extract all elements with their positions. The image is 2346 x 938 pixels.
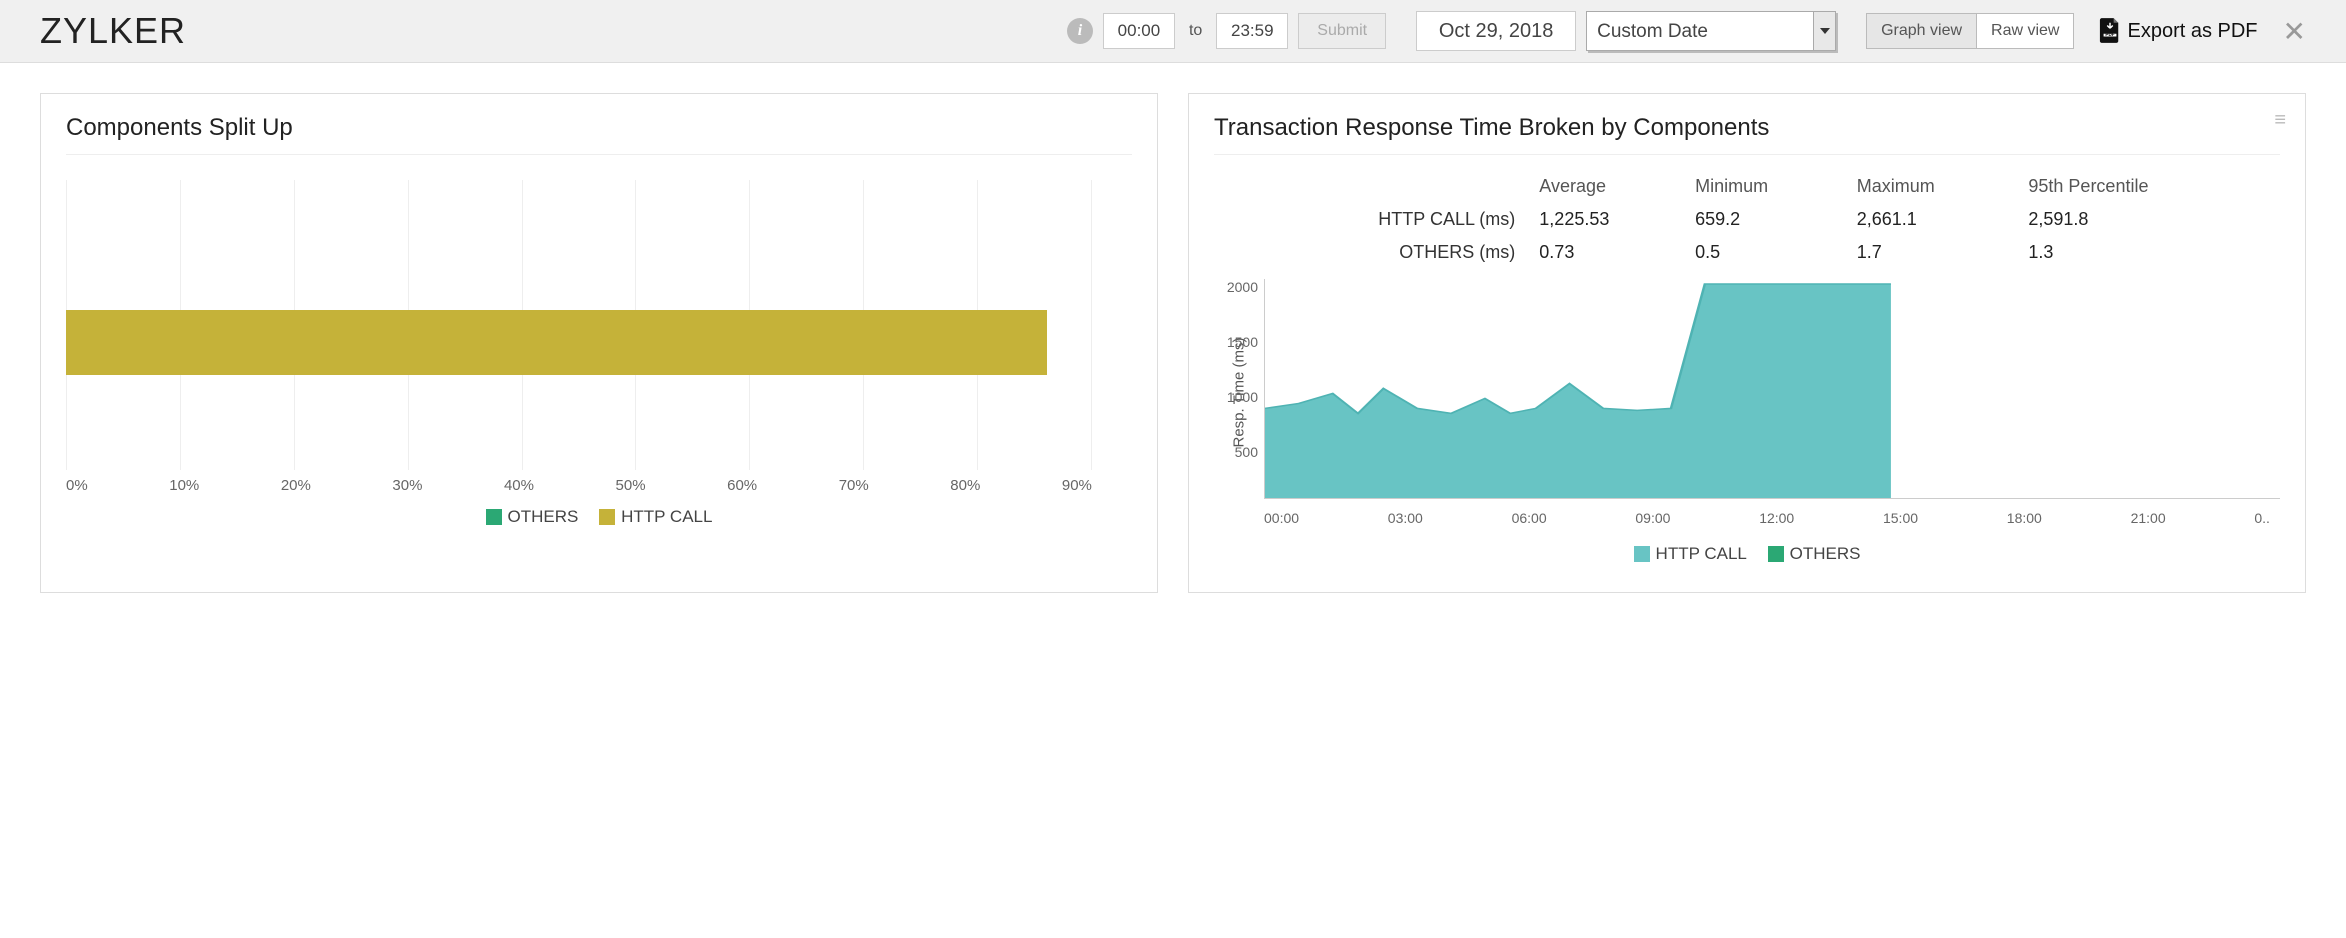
table-row: OTHERS (ms) 0.73 0.5 1.7 1.3 (1214, 236, 2280, 269)
close-icon[interactable]: ✕ (2283, 15, 2306, 48)
xtick: 00:00 (1264, 510, 1299, 526)
col-min: Minimum (1691, 170, 1853, 203)
xtick: 80% (950, 477, 980, 494)
xtick: 09:00 (1635, 510, 1670, 526)
xtick: 30% (392, 477, 422, 494)
legend: HTTP CALL OTHERS (1214, 544, 2280, 567)
legend: OTHERS HTTP CALL (66, 507, 1132, 530)
dashboard: Components Split Up 0% 10% 20% 30% 40% 5… (0, 63, 2346, 623)
row-label: OTHERS (ms) (1214, 236, 1535, 269)
legend-others[interactable]: OTHERS (486, 507, 579, 527)
table-row: HTTP CALL (ms) 1,225.53 659.2 2,661.1 2,… (1214, 203, 2280, 236)
legend-others[interactable]: OTHERS (1768, 544, 1861, 564)
stats-table: Average Minimum Maximum 95th Percentile … (1214, 170, 2280, 269)
cell: 2,661.1 (1853, 203, 2025, 236)
xtick: 12:00 (1759, 510, 1794, 526)
cell: 1,225.53 (1535, 203, 1691, 236)
swatch-icon (599, 509, 615, 525)
legend-http[interactable]: HTTP CALL (599, 507, 712, 527)
col-avg: Average (1535, 170, 1691, 203)
xtick: 50% (616, 477, 646, 494)
xtick: 70% (839, 477, 869, 494)
x-axis: 00:00 03:00 06:00 09:00 12:00 15:00 18:0… (1264, 510, 2280, 526)
swatch-icon (486, 509, 502, 525)
cell: 0.5 (1691, 236, 1853, 269)
xtick: 03:00 (1388, 510, 1423, 526)
export-label: Export as PDF (2127, 20, 2257, 43)
cell: 659.2 (1691, 203, 1853, 236)
xtick: 06:00 (1512, 510, 1547, 526)
top-toolbar: ZYLKER i to Submit Custom Date Graph vie… (0, 0, 2346, 63)
svg-text:PDF: PDF (2106, 32, 2115, 37)
submit-button[interactable]: Submit (1298, 13, 1386, 49)
date-range-select[interactable]: Custom Date (1586, 11, 1836, 51)
menu-icon[interactable]: ≡ (2274, 118, 2285, 122)
xtick: 10% (169, 477, 199, 494)
ytick: 500 (1216, 444, 1258, 460)
area-svg (1264, 279, 2280, 499)
xtick: 40% (504, 477, 534, 494)
ytick: 1000 (1216, 389, 1258, 405)
swatch-icon (1768, 546, 1784, 562)
raw-view-button[interactable]: Raw view (1977, 14, 2073, 48)
xtick: 0.. (2254, 510, 2270, 526)
col-p95: 95th Percentile (2024, 170, 2280, 203)
pdf-icon: PDF (2099, 18, 2121, 44)
to-label: to (1189, 22, 1202, 40)
time-to-input[interactable] (1216, 13, 1288, 49)
cell: 1.7 (1853, 236, 2025, 269)
cell: 2,591.8 (2024, 203, 2280, 236)
row-label: HTTP CALL (ms) (1214, 203, 1535, 236)
export-pdf-button[interactable]: PDF Export as PDF (2099, 18, 2257, 44)
response-time-card: Transaction Response Time Broken by Comp… (1188, 93, 2306, 593)
components-split-card: Components Split Up 0% 10% 20% 30% 40% 5… (40, 93, 1158, 593)
card-title: Components Split Up (66, 114, 1132, 155)
xtick: 18:00 (2007, 510, 2042, 526)
cell: 1.3 (2024, 236, 2280, 269)
bar-http-call (66, 310, 1047, 375)
xtick: 21:00 (2131, 510, 2166, 526)
date-input[interactable] (1416, 11, 1576, 51)
swatch-icon (1634, 546, 1650, 562)
time-from-input[interactable] (1103, 13, 1175, 49)
xtick: 15:00 (1883, 510, 1918, 526)
xtick: 0% (66, 477, 88, 494)
card-title: Transaction Response Time Broken by Comp… (1214, 114, 2280, 155)
area-chart: Resp. Time (ms) 2000 1500 1000 500 00:00… (1264, 279, 2280, 529)
brand-title: ZYLKER (40, 10, 186, 52)
xtick: 60% (727, 477, 757, 494)
graph-view-button[interactable]: Graph view (1867, 14, 1977, 48)
x-axis: 0% 10% 20% 30% 40% 50% 60% 70% 80% 90% (66, 477, 1092, 494)
view-toggle: Graph view Raw view (1866, 13, 2074, 49)
legend-http[interactable]: HTTP CALL (1634, 544, 1747, 564)
ytick: 2000 (1216, 279, 1258, 295)
ytick: 1500 (1216, 334, 1258, 350)
bar-chart: 0% 10% 20% 30% 40% 50% 60% 70% 80% 90% O… (66, 180, 1132, 530)
xtick: 90% (1062, 477, 1092, 494)
info-icon[interactable]: i (1067, 18, 1093, 44)
cell: 0.73 (1535, 236, 1691, 269)
col-max: Maximum (1853, 170, 2025, 203)
xtick: 20% (281, 477, 311, 494)
y-axis: 2000 1500 1000 500 (1216, 279, 1258, 499)
